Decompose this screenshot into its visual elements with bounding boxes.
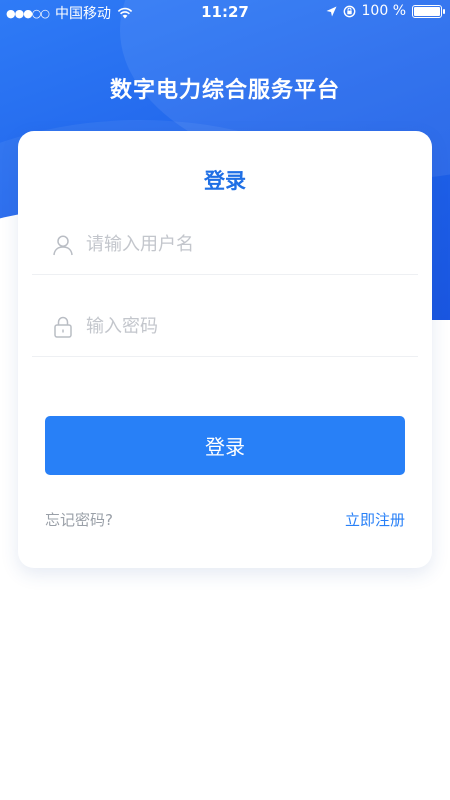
- login-title: 登录: [204, 169, 246, 193]
- username-input[interactable]: [86, 234, 386, 255]
- orientation-lock-icon: [343, 5, 355, 17]
- username-field: [32, 215, 418, 275]
- lock-icon: [40, 316, 86, 338]
- status-right: 100 %: [326, 3, 445, 19]
- login-card: 登录 登录 忘记密码? 立即注册: [18, 131, 432, 568]
- status-bar: ●●●○○ 中国移动 11:27 100 %: [0, 0, 450, 24]
- battery-percentage: 100 %: [361, 3, 406, 19]
- password-field: [32, 297, 418, 357]
- user-icon: [40, 234, 86, 256]
- battery-level: [414, 6, 440, 16]
- forgot-password-link[interactable]: 忘记密码?: [45, 509, 113, 530]
- location-arrow-icon: [326, 6, 337, 16]
- register-link[interactable]: 立即注册: [345, 509, 405, 530]
- battery-icon: [412, 4, 445, 18]
- app-title: 数字电力综合服务平台: [109, 78, 340, 103]
- login-button[interactable]: 登录: [45, 416, 405, 475]
- password-input[interactable]: [86, 316, 386, 337]
